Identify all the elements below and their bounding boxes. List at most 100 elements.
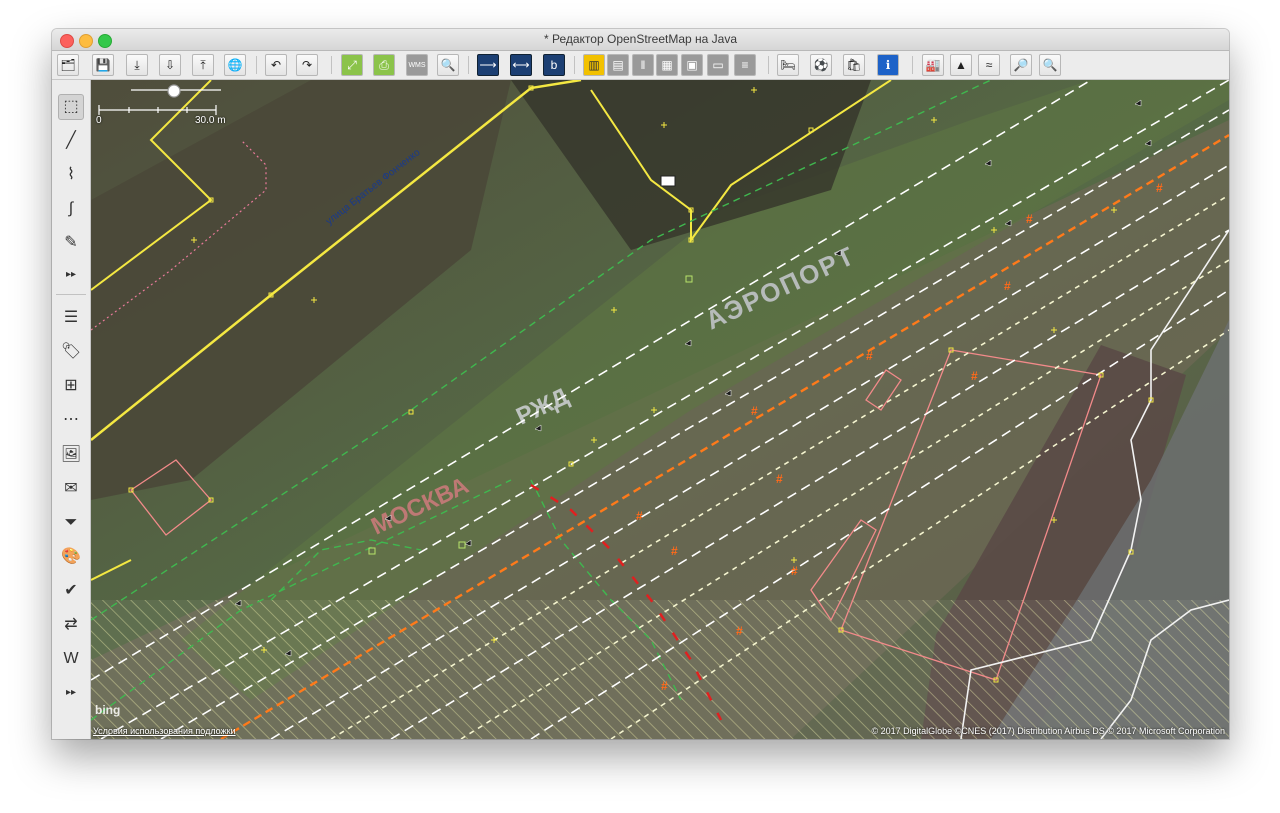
imagery-terms-link[interactable]: Условия использования подложки [93, 726, 236, 736]
download-button[interactable]: ⤓ [126, 54, 148, 76]
wikipedia-icon: W [63, 650, 79, 667]
sport-icon: ⚽ [813, 58, 829, 72]
switch-icon: # [866, 349, 873, 363]
search-overpass-icon: 🔎 [1013, 58, 1029, 72]
more-tools-icon: ▸▸ [65, 269, 77, 280]
switch-icon: # [1004, 279, 1011, 293]
layers-icon: ☰ [63, 309, 79, 326]
download-object-icon: ⇩ [164, 58, 176, 72]
open-file-icon: 🗂 [60, 58, 76, 72]
toolbar-separator [574, 56, 575, 74]
draw-line-icon: ╱ [66, 132, 76, 149]
select-tool[interactable]: ⬚ [58, 94, 84, 120]
sport-button[interactable]: ⚽ [810, 54, 832, 76]
switch-icon: # [751, 404, 758, 418]
switch-icon: # [971, 369, 978, 383]
freehand-pencil-tool[interactable]: ✎ [58, 230, 84, 256]
upload-button[interactable]: ⤒ [192, 54, 214, 76]
split-way-icon: ⟶ [479, 58, 497, 72]
rail-narrow-button[interactable]: ‖ [632, 54, 654, 76]
switch-icon: # [736, 624, 743, 638]
industrial-button[interactable]: 🏭 [922, 54, 944, 76]
tags-toggle[interactable]: 🏷 [58, 339, 84, 365]
more-panels-icon: ▸▸ [65, 687, 77, 698]
messages-toggle[interactable]: ✉ [58, 476, 84, 502]
zoom-to-data-button[interactable]: ⤢ [341, 54, 363, 76]
shop-button[interactable]: 🛍 [843, 54, 865, 76]
filter-toggle[interactable]: ⏷ [58, 510, 84, 536]
peak-button[interactable]: ▲ [950, 54, 972, 76]
more-tools-button[interactable]: ▸▸ [58, 262, 84, 288]
improve-way-icon: ⌇ [67, 166, 75, 183]
map-paint-toggle[interactable]: 🎨 [58, 544, 84, 570]
rail-abandoned-button[interactable]: ▤ [607, 54, 629, 76]
switch-icon: # [671, 544, 678, 558]
not-downloaded-shade [91, 600, 1229, 739]
search-overpass-button[interactable]: 🔎 [1010, 54, 1032, 76]
zoom-to-data-icon: ⤢ [347, 58, 357, 72]
undo-button[interactable]: ↶ [265, 54, 287, 76]
save-button[interactable]: 💾 [92, 54, 114, 76]
bing-imagery-button[interactable]: b [543, 54, 565, 76]
save-icon: 💾 [95, 58, 111, 72]
selected-node [660, 175, 676, 187]
railway-track-button[interactable]: ≡ [734, 54, 756, 76]
railway-preset-button[interactable]: ▥ [583, 54, 605, 76]
validator-toggle[interactable]: ✔ [58, 578, 84, 604]
split-way-button[interactable]: ⟶ [477, 54, 499, 76]
platform-button[interactable]: ▭ [707, 54, 729, 76]
wms-tms-button[interactable]: WMS [406, 54, 428, 76]
toolbar-separator [256, 56, 257, 74]
layers-toggle[interactable]: ☰ [58, 305, 84, 331]
print-icon: ⎙ [379, 58, 389, 72]
waterway-button[interactable]: ≈ [978, 54, 1000, 76]
switch-icon: # [776, 472, 783, 486]
draw-line-tool[interactable]: ╱ [58, 128, 84, 154]
redo-button[interactable]: ↷ [296, 54, 318, 76]
info-icon: ℹ [885, 58, 891, 72]
preferences-globe-icon: 🌐 [227, 58, 243, 72]
draw-curve-tool[interactable]: ∫ [58, 196, 84, 222]
rail-disused-icon: ▦ [661, 58, 673, 72]
search-tag-button[interactable]: 🔍 [1039, 54, 1061, 76]
wikipedia-toggle[interactable]: W [58, 646, 84, 672]
open-file-button[interactable]: 🗂 [57, 54, 79, 76]
map-view[interactable]: АЭРОПОРТ РЖД МОСКВА улица Братьев Фончен… [91, 80, 1229, 739]
railway-preset-icon: ▥ [588, 58, 600, 72]
preferences-globe-button[interactable]: 🌐 [224, 54, 246, 76]
selection-list-toggle[interactable]: ⋯ [58, 407, 84, 433]
more-panels-button[interactable]: ▸▸ [58, 680, 84, 706]
relation-icon: ⊞ [64, 377, 78, 394]
freehand-pencil-icon: ✎ [64, 234, 78, 251]
toolbar-separator [912, 56, 913, 74]
changeset-icon: ⇄ [64, 616, 78, 633]
selection-list-icon: ⋯ [63, 411, 79, 428]
imagery-toggle[interactable]: 🖼 [58, 442, 84, 468]
zoom-search-icon: 🔍 [440, 58, 456, 72]
validator-icon: ✔ [64, 582, 78, 599]
download-object-button[interactable]: ⇩ [159, 54, 181, 76]
messages-icon: ✉ [64, 480, 78, 497]
combine-way-button[interactable]: ⟷ [510, 54, 532, 76]
info-button[interactable]: ℹ [877, 54, 899, 76]
filter-icon: ⏷ [64, 514, 78, 531]
relation-toggle[interactable]: ⊞ [58, 373, 84, 399]
map-canvas[interactable]: АЭРОПОРТ РЖД МОСКВА улица Братьев Фончен… [91, 80, 1229, 739]
upload-icon: ⤒ [200, 58, 206, 72]
print-button[interactable]: ⎙ [373, 54, 395, 76]
hotel-button[interactable]: 🛏 [777, 54, 799, 76]
josm-window: * Редактор OpenStreetMap на Java 🗂 💾 ⤓ ⇩ ⤒ 🌐 ↶… [52, 29, 1229, 739]
imagery-copyright: © 2017 DigitalGlobe ©CNES (2017) Distrib… [871, 726, 1225, 736]
changeset-toggle[interactable]: ⇄ [58, 612, 84, 638]
switch-icon: # [661, 679, 668, 693]
rail-disused-button[interactable]: ▦ [656, 54, 678, 76]
zoom-slider-handle [167, 84, 181, 98]
switch-icon: # [791, 564, 798, 578]
zoom-search-button[interactable]: 🔍 [437, 54, 459, 76]
rail-abandoned-icon: ▤ [612, 58, 624, 72]
draw-curve-icon: ∫ [68, 200, 74, 217]
improve-way-tool[interactable]: ⌇ [58, 162, 84, 188]
switch-icon: # [1156, 181, 1163, 195]
level-crossing-button[interactable]: ▣ [681, 54, 703, 76]
main-toolbar: 🗂 💾 ⤓ ⇩ ⤒ 🌐 ↶ ↷ ⤢ ⎙ WMS 🔍 ⟶ ⟷ b ▥ ▤ ‖ ▦ ▣ ▭ ≡ 🛏 ⚽ 🛍 ℹ 🏭 ▲ ≈ 🔎 🔍 [52, 51, 1229, 80]
